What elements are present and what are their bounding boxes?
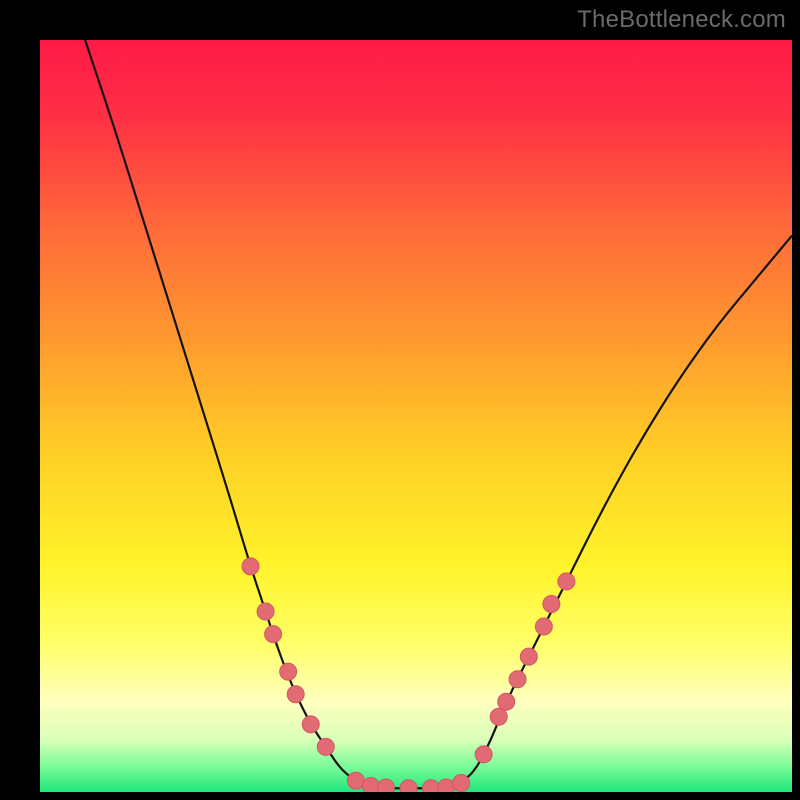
data-marker <box>558 573 575 590</box>
data-marker <box>423 780 440 792</box>
chart-curves <box>40 40 792 792</box>
data-marker <box>453 774 470 791</box>
data-marker <box>302 716 319 733</box>
right-curve <box>446 236 792 789</box>
watermark-text: TheBottleneck.com <box>577 6 786 34</box>
left-curve <box>85 40 386 788</box>
data-marker <box>520 648 537 665</box>
data-marker <box>347 772 364 789</box>
outer-black-frame: TheBottleneck.com <box>0 0 800 800</box>
data-marker <box>265 626 282 643</box>
data-marker <box>280 663 297 680</box>
data-marker <box>475 746 492 763</box>
data-marker <box>509 671 526 688</box>
data-marker <box>498 693 515 710</box>
data-marker <box>400 780 417 792</box>
plot-area <box>40 40 792 792</box>
data-marker <box>242 558 259 575</box>
data-marker <box>257 603 274 620</box>
data-marker <box>317 738 334 755</box>
data-marker <box>438 779 455 792</box>
data-marker <box>543 596 560 613</box>
data-marker <box>535 618 552 635</box>
data-marker <box>287 686 304 703</box>
data-marker <box>362 777 379 792</box>
data-marker <box>490 708 507 725</box>
data-markers <box>242 558 575 792</box>
data-marker <box>377 779 394 792</box>
